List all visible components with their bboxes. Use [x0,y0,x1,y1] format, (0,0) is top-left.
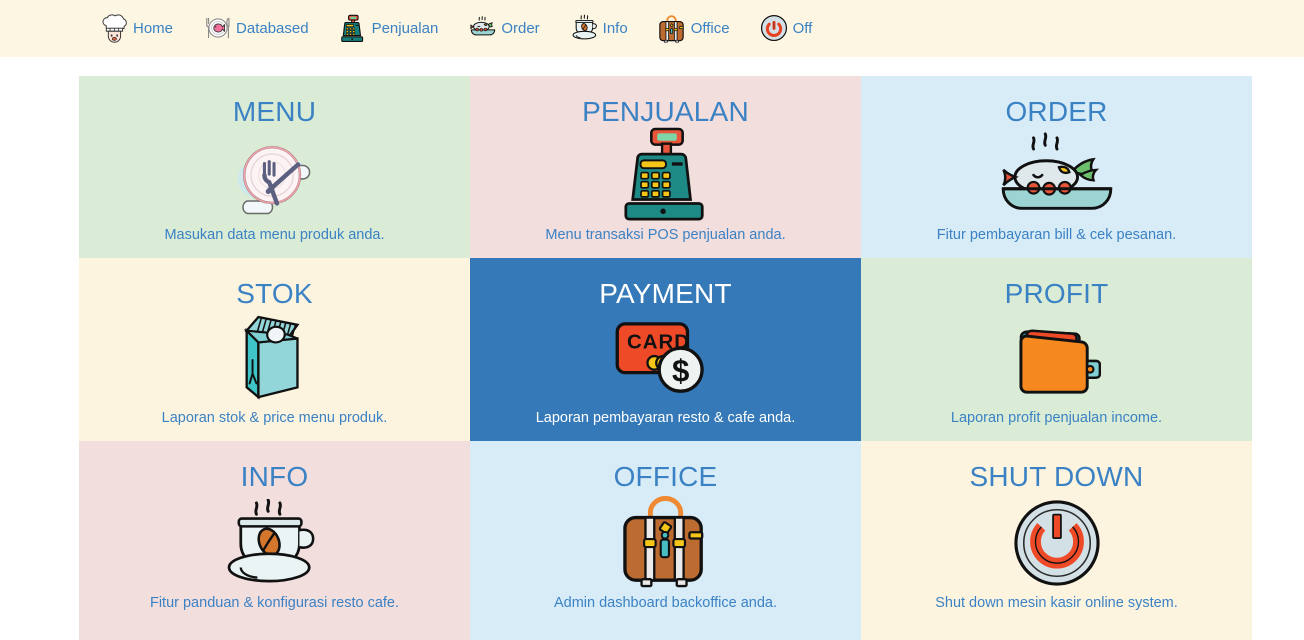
tile-description: Shut down mesin kasir online system. [935,594,1178,611]
chef-hat-icon [100,13,128,44]
tile-title: OFFICE [613,461,718,492]
top-navigation-bar: Home Databased Penjualan Order Info Offi… [0,0,1304,57]
nav-item-order[interactable]: Order [468,14,540,44]
milk-carton-icon [79,308,470,411]
tile-title: INFO [240,461,309,492]
nav-label: Databased [236,20,309,37]
tile-description: Laporan pembayaran resto & cafe anda. [535,409,796,426]
tile-description: Fitur panduan & konfigurasi resto cafe. [149,594,400,611]
tile-title: SHUT DOWN [969,461,1144,492]
tile-description: Laporan stok & price menu produk. [161,409,388,426]
nav-label: Penjualan [371,20,439,37]
coffee-cup-icon [79,491,470,596]
tile-title: MENU [232,96,317,127]
tile-shut-down[interactable]: SHUT DOWN Shut down mesin kasir online s… [861,441,1252,640]
tile-description: Masukan data menu produk anda. [164,226,385,243]
fish-dish-icon [861,126,1252,228]
nav-item-info[interactable]: Info [570,14,628,44]
svg-text:$: $ [671,354,688,389]
wallet-icon [861,308,1252,411]
tile-description: Fitur pembayaran bill & cek pesanan. [936,226,1177,243]
tile-order[interactable]: ORDER Fitur pembayaran bill & cek pesana… [861,76,1252,258]
nav-item-office[interactable]: Office [658,14,730,44]
fish-plate-icon [468,14,496,44]
power-button-icon [760,14,788,44]
tile-description: Admin dashboard backoffice anda. [553,594,778,611]
tile-description: Menu transaksi POS penjualan anda. [545,226,786,243]
nav-label: Home [133,20,174,37]
tile-stok[interactable]: STOK Laporan stok & price menu produk. [79,258,470,441]
tile-title: PENJUALAN [582,96,749,127]
nav-item-databased[interactable]: Databased [203,14,309,44]
tile-payment[interactable]: PAYMENT CARD $ Laporan pembayaran resto … [470,258,861,441]
nav-label: Order [501,20,540,37]
tile-title: STOK [236,278,313,309]
tile-penjualan[interactable]: PENJUALAN Menu transaksi POS penjualan a… [470,76,861,258]
tile-title: PAYMENT [599,278,732,309]
tile-title: ORDER [1005,96,1108,127]
credit-card-coin-icon: CARD $ [470,308,861,411]
plate-fork-knife-icon [79,126,470,228]
tile-menu[interactable]: MENU Masukan data menu produk anda. [79,76,470,258]
cash-register-icon [470,126,861,228]
power-button-icon [861,491,1252,596]
nav-label: Office [690,20,730,37]
dashboard-tile-grid: MENU Masukan data menu produk anda. PENJ… [79,76,1252,640]
coffee-cup-icon [570,14,598,44]
nav-item-off[interactable]: Off [760,14,813,44]
tile-office[interactable]: OFFICE Admin dashboard backoffice anda. [470,441,861,640]
cash-register-icon [339,14,367,44]
tile-title: PROFIT [1004,278,1109,309]
plate-fish-cutlery-icon [203,14,231,44]
nav-label: Off [792,20,813,37]
briefcase-icon [470,491,861,596]
tile-info[interactable]: INFO Fitur panduan & konfigurasi resto c… [79,441,470,640]
tile-profit[interactable]: PROFIT Laporan profit penjualan income. [861,258,1252,441]
nav-label: Info [602,20,628,37]
briefcase-icon [658,14,686,44]
nav-item-penjualan[interactable]: Penjualan [339,14,439,44]
nav-item-home[interactable]: Home [100,13,174,44]
tile-description: Laporan profit penjualan income. [950,409,1163,426]
